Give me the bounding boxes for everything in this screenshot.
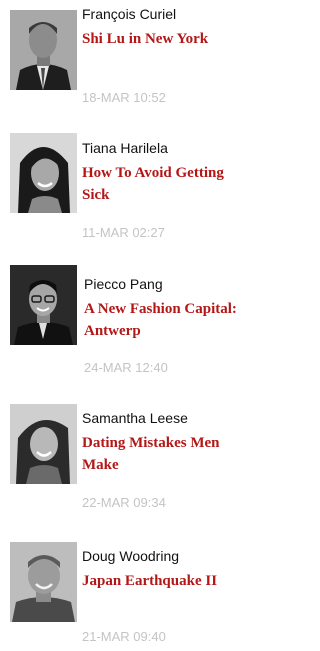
author-avatar[interactable] (10, 133, 77, 213)
portrait-photo-icon (10, 404, 77, 484)
post-headline-link[interactable]: A New Fashion Capital: Antwerp (84, 298, 254, 342)
portrait-photo-icon (10, 265, 77, 345)
post-headline-link[interactable]: Dating Mistakes Men Make (82, 432, 252, 476)
post-headline-link[interactable]: How To Avoid Getting Sick (82, 162, 252, 206)
author-avatar[interactable] (10, 10, 77, 90)
list-item: François Curiel Shi Lu in New York 18-MA… (0, 0, 257, 125)
author-name: Doug Woodring (82, 548, 180, 564)
portrait-photo-icon (10, 542, 77, 622)
author-name: Piecco Pang (84, 276, 163, 292)
author-name: François Curiel (82, 6, 177, 22)
list-item: Samantha Leese Dating Mistakes Men Make … (0, 380, 257, 510)
list-item: Doug Woodring Japan Earthquake II 21-MAR… (0, 510, 257, 651)
author-name: Tiana Harilela (82, 140, 168, 156)
list-item: Tiana Harilela How To Avoid Getting Sick… (0, 125, 257, 250)
post-timestamp: 22-MAR 09:34 (82, 495, 166, 510)
portrait-photo-icon (10, 10, 77, 90)
post-headline-link[interactable]: Japan Earthquake II (82, 570, 252, 592)
blogger-feed: François Curiel Shi Lu in New York 18-MA… (0, 0, 257, 651)
author-avatar[interactable] (10, 265, 77, 345)
author-name: Samantha Leese (82, 410, 188, 426)
post-timestamp: 21-MAR 09:40 (82, 629, 166, 644)
author-avatar[interactable] (10, 542, 77, 622)
post-timestamp: 11-MAR 02:27 (82, 225, 165, 240)
author-avatar[interactable] (10, 404, 77, 484)
post-timestamp: 18-MAR 10:52 (82, 90, 166, 105)
list-item: Piecco Pang A New Fashion Capital: Antwe… (0, 250, 257, 380)
post-timestamp: 24-MAR 12:40 (84, 360, 168, 375)
post-headline-link[interactable]: Shi Lu in New York (82, 28, 252, 50)
portrait-photo-icon (10, 133, 77, 213)
